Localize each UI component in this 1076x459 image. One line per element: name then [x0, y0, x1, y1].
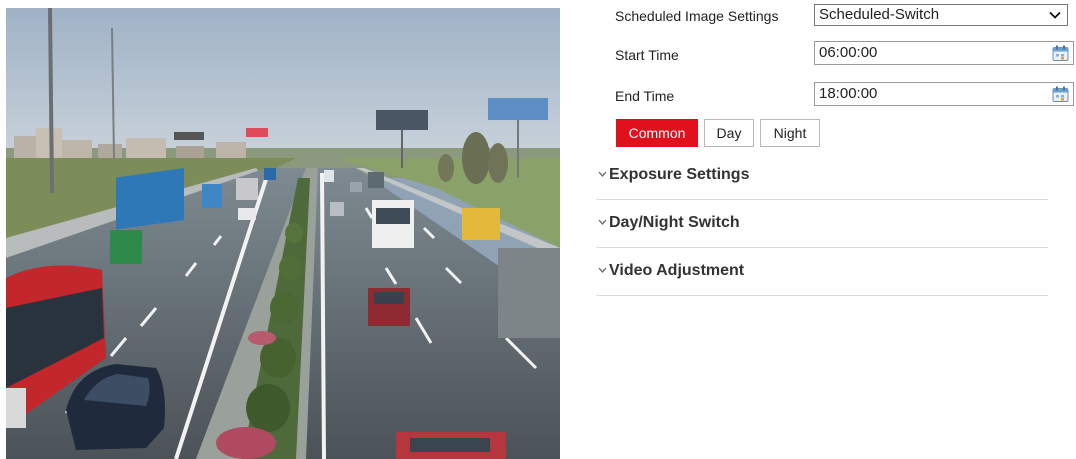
scheduled-image-settings-select[interactable]: Scheduled-Switch — [814, 4, 1068, 26]
video-preview — [6, 8, 560, 459]
highway-camera-image — [6, 8, 560, 459]
section-video-adjustment[interactable]: Video Adjustment — [596, 248, 1048, 296]
chevron-down-icon — [1049, 11, 1061, 19]
tab-common[interactable]: Common — [616, 119, 698, 147]
section-title: Video Adjustment — [609, 262, 745, 279]
end-time-label: End Time — [615, 88, 675, 104]
calendar-icon[interactable] — [1052, 45, 1069, 62]
calendar-icon[interactable] — [1052, 86, 1069, 103]
scheduled-image-settings-value: Scheduled-Switch — [819, 6, 940, 23]
section-day-night-switch[interactable]: Day/Night Switch — [596, 200, 1048, 248]
scheduled-image-settings-row: Scheduled Image Settings Scheduled-Switc… — [596, 4, 1076, 26]
start-time-row: Start Time 06:00:00 — [596, 41, 1076, 65]
chevron-down-icon — [598, 219, 607, 225]
start-time-value: 06:00:00 — [819, 44, 878, 61]
section-exposure-settings[interactable]: Exposure Settings — [596, 152, 1048, 200]
chevron-down-icon — [598, 267, 607, 273]
end-time-value: 18:00:00 — [819, 85, 878, 102]
end-time-row: End Time 18:00:00 — [596, 82, 1076, 106]
tab-day[interactable]: Day — [704, 119, 754, 147]
chevron-down-icon — [598, 171, 607, 177]
section-title: Exposure Settings — [609, 166, 750, 183]
start-time-label: Start Time — [615, 47, 679, 63]
image-settings-panel: Scheduled Image Settings Scheduled-Switc… — [596, 0, 1076, 459]
scheduled-image-settings-label: Scheduled Image Settings — [615, 8, 779, 24]
end-time-input[interactable]: 18:00:00 — [814, 82, 1074, 106]
section-title: Day/Night Switch — [609, 214, 740, 231]
tab-night[interactable]: Night — [760, 119, 820, 147]
start-time-input[interactable]: 06:00:00 — [814, 41, 1074, 65]
